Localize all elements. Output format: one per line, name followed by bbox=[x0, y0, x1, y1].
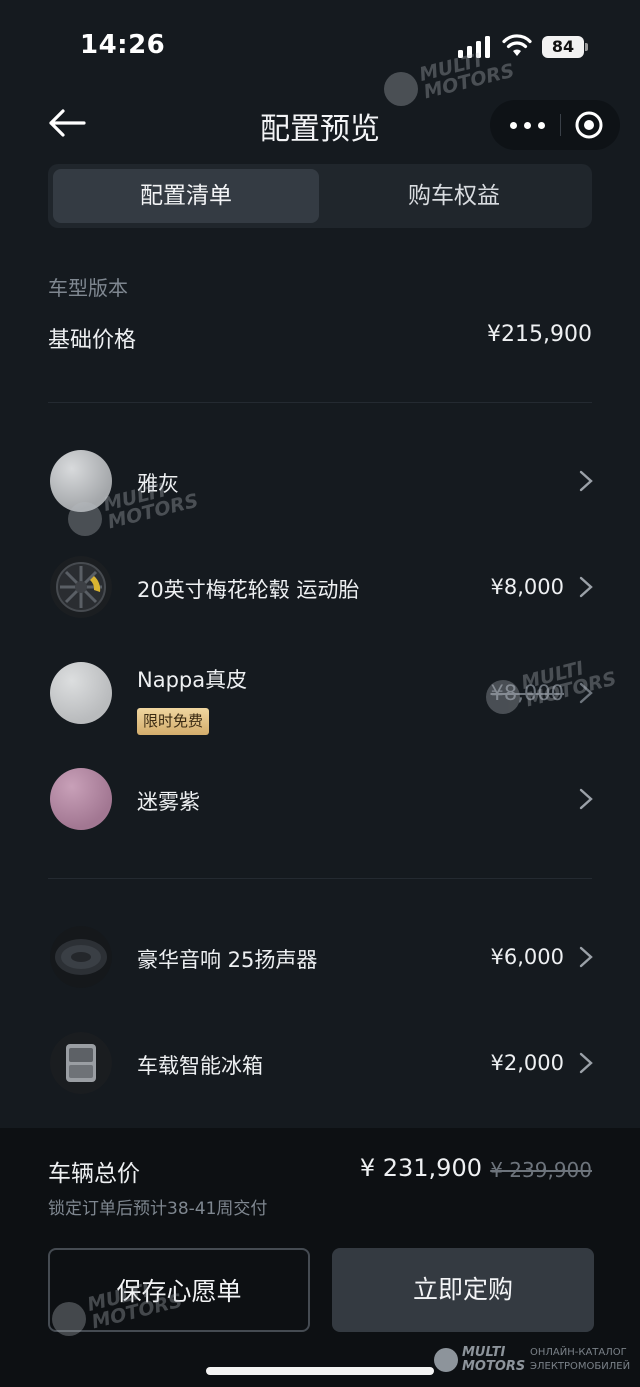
chevron-right-icon bbox=[579, 1052, 593, 1074]
option-name: 车载智能冰箱 bbox=[137, 1054, 263, 1078]
option-name: 豪华音响 25扬声器 bbox=[137, 948, 318, 972]
chevron-right-icon bbox=[579, 682, 593, 704]
total-price-value: ¥ 231,900 bbox=[359, 1154, 482, 1182]
chevron-right-icon bbox=[579, 788, 593, 810]
original-price-struck: ¥ 239,900 bbox=[490, 1158, 592, 1182]
more-options-button[interactable] bbox=[502, 100, 554, 150]
delivery-estimate: 锁定订单后预计38-41周交付 bbox=[48, 1199, 268, 1219]
section-label-version: 车型版本 bbox=[48, 276, 128, 300]
fridge-icon bbox=[50, 1032, 112, 1094]
checkout-footer: 车辆总价 ¥ 231,900 ¥ 239,900 锁定订单后预计38-41周交付… bbox=[0, 1128, 640, 1387]
chevron-right-icon bbox=[579, 576, 593, 598]
chevron-right-icon bbox=[579, 470, 593, 492]
option-name: 20英寸梅花轮毂 运动胎 bbox=[137, 578, 360, 602]
total-price-label: 车辆总价 bbox=[48, 1161, 140, 1187]
status-bar: 14:26 84 bbox=[0, 0, 640, 90]
tab-config-list[interactable]: 配置清单 bbox=[53, 169, 319, 223]
option-price: ¥2,000 bbox=[490, 1051, 564, 1075]
option-row-nappa-leather[interactable]: Nappa真皮 限时免费 ¥8,000 bbox=[48, 658, 594, 735]
base-price-label: 基础价格 bbox=[48, 328, 137, 353]
option-price: ¥8,000 bbox=[490, 575, 564, 599]
wheel-icon bbox=[50, 556, 112, 618]
tab-bar: 配置清单 购车权益 bbox=[48, 164, 592, 228]
option-row-exterior-color[interactable]: 雅灰 bbox=[48, 446, 594, 516]
option-row-wheels[interactable]: 20英寸梅花轮毂 运动胎 ¥8,000 bbox=[48, 552, 594, 622]
option-name: Nappa真皮 bbox=[137, 668, 248, 692]
capsule-divider bbox=[560, 114, 561, 136]
option-name: 迷雾紫 bbox=[137, 790, 200, 814]
limited-free-badge: 限时免费 bbox=[137, 708, 210, 735]
color-swatch-purple bbox=[50, 768, 112, 830]
color-swatch-gray bbox=[50, 450, 112, 512]
tab-purchase-benefits[interactable]: 购车权益 bbox=[321, 169, 587, 223]
mini-program-capsule bbox=[490, 100, 620, 150]
nav-bar: 配置预览 bbox=[0, 96, 640, 156]
option-name: 雅灰 bbox=[137, 472, 179, 496]
option-row-audio[interactable]: 豪华音响 25扬声器 ¥6,000 bbox=[48, 922, 594, 992]
home-indicator bbox=[206, 1367, 434, 1375]
close-target-icon[interactable] bbox=[572, 108, 606, 142]
option-price: ¥6,000 bbox=[490, 945, 564, 969]
order-now-button[interactable]: 立即定购 bbox=[332, 1248, 594, 1332]
battery-cap bbox=[585, 43, 588, 51]
speaker-icon bbox=[50, 926, 112, 988]
cellular-signal-icon bbox=[458, 36, 490, 58]
save-wishlist-button[interactable]: 保存心愿单 bbox=[48, 1248, 310, 1332]
color-swatch-leather bbox=[50, 662, 112, 724]
divider bbox=[48, 878, 592, 879]
option-row-interior-color[interactable]: 迷雾紫 bbox=[48, 764, 594, 834]
option-row-fridge[interactable]: 车载智能冰箱 ¥2,000 bbox=[48, 1028, 594, 1098]
option-price-struck: ¥8,000 bbox=[490, 681, 564, 705]
divider bbox=[48, 402, 592, 403]
battery-level: 84 bbox=[542, 36, 584, 58]
wifi-icon bbox=[502, 34, 532, 56]
base-price-value: ¥215,900 bbox=[487, 322, 592, 347]
status-time: 14:26 bbox=[80, 30, 166, 60]
chevron-right-icon bbox=[579, 946, 593, 968]
base-price-row: 基础价格 ¥215,900 bbox=[48, 322, 592, 358]
